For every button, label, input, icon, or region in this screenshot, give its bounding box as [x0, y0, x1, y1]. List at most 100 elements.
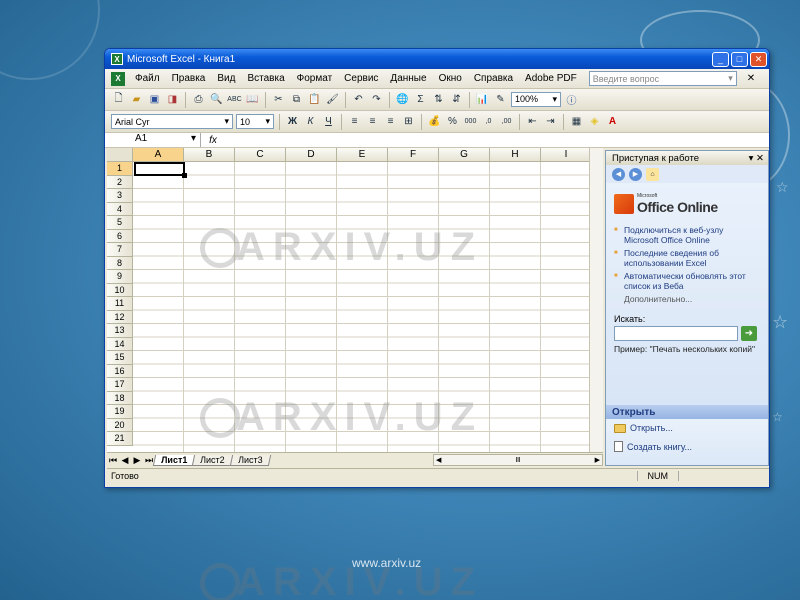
horizontal-scrollbar[interactable]: ◀ Ⅲ ▶ [433, 454, 603, 466]
font-select[interactable]: Arial Cyr ▾ [111, 114, 233, 129]
sort-descending-icon[interactable]: ⇵ [449, 92, 464, 107]
column-header[interactable]: C [235, 148, 286, 162]
chevron-down-icon[interactable]: ▾ [728, 73, 733, 84]
menu-help[interactable]: Справка [468, 73, 519, 84]
create-workbook-link[interactable]: Создать книгу... [614, 441, 760, 452]
borders-icon[interactable]: ▦ [569, 114, 584, 129]
column-header[interactable]: D [286, 148, 337, 162]
currency-icon[interactable]: 💰 [427, 114, 442, 129]
column-header[interactable]: F [388, 148, 439, 162]
menu-adobe-pdf[interactable]: Adobe PDF [519, 73, 583, 84]
maximize-button[interactable]: □ [731, 51, 748, 67]
format-painter-icon[interactable]: 🖌 [325, 92, 340, 107]
zoom-select[interactable]: 100% ▾ [511, 92, 561, 107]
undo-icon[interactable]: ↶ [351, 92, 366, 107]
select-all-corner[interactable] [107, 148, 133, 162]
prev-sheet-icon[interactable]: ◀ [119, 455, 131, 466]
close-icon[interactable]: ✕ [756, 153, 764, 164]
menu-format[interactable]: Формат [291, 73, 339, 84]
thousands-separator-button[interactable]: 000 [463, 114, 478, 129]
column-header[interactable]: G [439, 148, 490, 162]
row-header[interactable]: 1 [107, 162, 133, 176]
increase-indent-icon[interactable]: ⇥ [543, 114, 558, 129]
first-sheet-icon[interactable]: ⏮ [107, 455, 119, 466]
row-header[interactable]: 21 [107, 432, 133, 446]
back-icon[interactable]: ◀ [612, 167, 625, 181]
row-header[interactable]: 7 [107, 243, 133, 257]
active-cell[interactable] [134, 162, 187, 178]
column-header[interactable]: B [184, 148, 235, 162]
chevron-down-icon[interactable]: ▾ [265, 116, 270, 127]
row-header[interactable]: 8 [107, 256, 133, 270]
spelling-icon[interactable]: ABC [227, 92, 242, 107]
italic-button[interactable]: К [303, 114, 318, 129]
chevron-down-icon[interactable]: ▾ [224, 116, 229, 127]
bold-button[interactable]: Ж [285, 114, 300, 129]
column-header[interactable]: I [541, 148, 592, 162]
workbook-icon[interactable]: X [111, 71, 125, 86]
minimize-button[interactable]: _ [712, 51, 729, 67]
save-icon[interactable]: ▣ [147, 92, 162, 107]
row-header[interactable]: 17 [107, 378, 133, 392]
row-header[interactable]: 9 [107, 270, 133, 284]
title-bar[interactable]: X Microsoft Excel - Книга1 _ □ ✕ [105, 49, 769, 69]
list-item[interactable]: Подключиться к веб-узлу Microsoft Office… [614, 225, 760, 245]
name-box[interactable]: A1 ▾ [105, 133, 201, 147]
sheet-tab[interactable]: Лист1 [152, 454, 196, 466]
scroll-left-icon[interactable]: ◀ [436, 456, 441, 464]
row-header[interactable]: 14 [107, 337, 133, 351]
list-item[interactable]: Последние сведения об использовании Exce… [614, 248, 760, 268]
row-header[interactable]: 15 [107, 351, 133, 365]
insert-function-button[interactable]: fx [201, 135, 225, 146]
chevron-down-icon[interactable]: ▾ [552, 94, 557, 105]
row-header[interactable]: 10 [107, 283, 133, 297]
row-header[interactable]: 6 [107, 229, 133, 243]
column-header[interactable]: A [133, 148, 184, 162]
drawing-icon[interactable]: ✎ [493, 92, 508, 107]
open-link[interactable]: Открыть... [614, 423, 760, 433]
sort-ascending-icon[interactable]: ⇅ [431, 92, 446, 107]
row-header[interactable]: 4 [107, 202, 133, 216]
decrease-indent-icon[interactable]: ⇤ [525, 114, 540, 129]
ask-question-input[interactable]: Введите вопрос ▾ [588, 71, 737, 86]
list-item[interactable]: Автоматически обновлять этот список из В… [614, 271, 760, 291]
row-header[interactable]: 3 [107, 189, 133, 203]
percent-button[interactable]: % [445, 114, 460, 129]
row-header[interactable]: 16 [107, 364, 133, 378]
task-pane-header[interactable]: Приступая к работе ▾ ✕ [606, 151, 768, 165]
permission-icon[interactable]: ◨ [165, 92, 180, 107]
forward-icon[interactable]: ▶ [629, 167, 642, 181]
formula-input[interactable] [225, 133, 769, 147]
print-preview-icon[interactable]: 🔍 [209, 92, 224, 107]
hyperlink-icon[interactable]: 🌐 [395, 92, 410, 107]
new-file-icon[interactable]: 🗋 [111, 92, 126, 107]
row-header[interactable]: 12 [107, 310, 133, 324]
cut-icon[interactable]: ✂ [271, 92, 286, 107]
menu-edit[interactable]: Правка [166, 73, 212, 84]
more-link[interactable]: Дополнительно... [614, 294, 760, 304]
copy-icon[interactable]: ⧉ [289, 92, 304, 107]
search-go-icon[interactable]: ➜ [741, 326, 757, 341]
chevron-down-icon[interactable]: ▾ [191, 133, 196, 147]
excel-app-icon[interactable]: X [111, 53, 123, 65]
redo-icon[interactable]: ↷ [369, 92, 384, 107]
vertical-scrollbar[interactable] [589, 148, 603, 452]
home-icon[interactable]: ⌂ [646, 167, 659, 181]
chevron-down-icon[interactable]: ▾ [749, 153, 754, 164]
fill-color-icon[interactable]: ◈ [587, 114, 602, 129]
row-header[interactable]: 13 [107, 324, 133, 338]
paste-icon[interactable]: 📋 [307, 92, 322, 107]
merge-center-icon[interactable]: ⊞ [401, 114, 416, 129]
increase-decimal-icon[interactable]: ,0 [481, 114, 496, 129]
menu-tools[interactable]: Сервис [338, 73, 384, 84]
close-button[interactable]: ✕ [750, 51, 767, 67]
scroll-right-icon[interactable]: ▶ [595, 456, 600, 464]
scroll-thumb-icon[interactable]: Ⅲ [516, 456, 521, 464]
align-left-icon[interactable]: ≡ [347, 114, 362, 129]
row-header[interactable]: 11 [107, 297, 133, 311]
row-header[interactable]: 18 [107, 391, 133, 405]
menu-data[interactable]: Данные [384, 73, 432, 84]
row-header[interactable]: 2 [107, 175, 133, 189]
row-header[interactable]: 5 [107, 216, 133, 230]
menu-window[interactable]: Окно [433, 73, 468, 84]
